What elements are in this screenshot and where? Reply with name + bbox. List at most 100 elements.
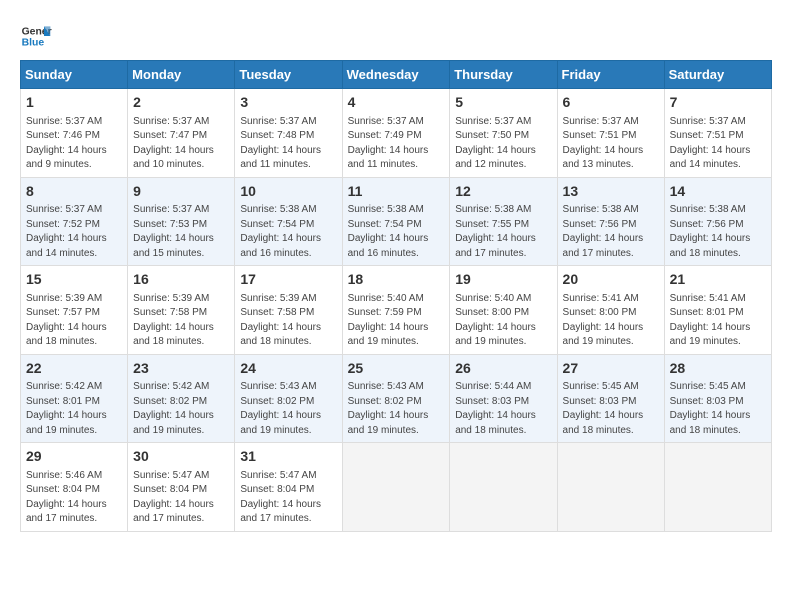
calendar-day-cell: 13Sunrise: 5:38 AMSunset: 7:56 PMDayligh… bbox=[557, 177, 664, 266]
day-info: Sunrise: 5:43 AMSunset: 8:02 PMDaylight:… bbox=[240, 380, 336, 438]
calendar-day-cell: 27Sunrise: 5:45 AMSunset: 8:03 PMDayligh… bbox=[557, 354, 664, 443]
header: General Blue bbox=[20, 20, 772, 52]
calendar-day-cell: 21Sunrise: 5:41 AMSunset: 8:01 PMDayligh… bbox=[664, 266, 771, 355]
day-info: Sunrise: 5:37 AMSunset: 7:48 PMDaylight:… bbox=[240, 115, 336, 173]
calendar-day-cell bbox=[342, 443, 450, 532]
day-info: Sunrise: 5:40 AMSunset: 8:00 PMDaylight:… bbox=[455, 292, 551, 350]
day-info: Sunrise: 5:47 AMSunset: 8:04 PMDaylight:… bbox=[133, 469, 229, 527]
day-info: Sunrise: 5:45 AMSunset: 8:03 PMDaylight:… bbox=[563, 380, 659, 438]
day-info: Sunrise: 5:39 AMSunset: 7:58 PMDaylight:… bbox=[240, 292, 336, 350]
weekday-header: Thursday bbox=[450, 61, 557, 89]
calendar-day-cell: 5Sunrise: 5:37 AMSunset: 7:50 PMDaylight… bbox=[450, 89, 557, 178]
calendar-day-cell: 25Sunrise: 5:43 AMSunset: 8:02 PMDayligh… bbox=[342, 354, 450, 443]
day-info: Sunrise: 5:37 AMSunset: 7:50 PMDaylight:… bbox=[455, 115, 551, 173]
day-info: Sunrise: 5:38 AMSunset: 7:54 PMDaylight:… bbox=[240, 203, 336, 261]
day-number: 5 bbox=[455, 93, 551, 113]
calendar-day-cell: 22Sunrise: 5:42 AMSunset: 8:01 PMDayligh… bbox=[21, 354, 128, 443]
svg-text:Blue: Blue bbox=[22, 38, 45, 49]
day-info: Sunrise: 5:37 AMSunset: 7:51 PMDaylight:… bbox=[670, 115, 766, 173]
day-info: Sunrise: 5:44 AMSunset: 8:03 PMDaylight:… bbox=[455, 380, 551, 438]
calendar-header-row: SundayMondayTuesdayWednesdayThursdayFrid… bbox=[21, 61, 772, 89]
calendar-day-cell: 29Sunrise: 5:46 AMSunset: 8:04 PMDayligh… bbox=[21, 443, 128, 532]
day-number: 2 bbox=[133, 93, 229, 113]
day-info: Sunrise: 5:37 AMSunset: 7:49 PMDaylight:… bbox=[348, 115, 445, 173]
day-number: 21 bbox=[670, 270, 766, 290]
weekday-header: Monday bbox=[128, 61, 235, 89]
day-number: 25 bbox=[348, 359, 445, 379]
logo: General Blue bbox=[20, 20, 52, 52]
calendar-day-cell: 26Sunrise: 5:44 AMSunset: 8:03 PMDayligh… bbox=[450, 354, 557, 443]
calendar-day-cell: 14Sunrise: 5:38 AMSunset: 7:56 PMDayligh… bbox=[664, 177, 771, 266]
day-info: Sunrise: 5:46 AMSunset: 8:04 PMDaylight:… bbox=[26, 469, 122, 527]
calendar-day-cell bbox=[450, 443, 557, 532]
day-info: Sunrise: 5:43 AMSunset: 8:02 PMDaylight:… bbox=[348, 380, 445, 438]
day-number: 23 bbox=[133, 359, 229, 379]
day-info: Sunrise: 5:38 AMSunset: 7:56 PMDaylight:… bbox=[563, 203, 659, 261]
calendar-day-cell: 1Sunrise: 5:37 AMSunset: 7:46 PMDaylight… bbox=[21, 89, 128, 178]
day-number: 9 bbox=[133, 182, 229, 202]
day-number: 20 bbox=[563, 270, 659, 290]
calendar-day-cell: 11Sunrise: 5:38 AMSunset: 7:54 PMDayligh… bbox=[342, 177, 450, 266]
day-info: Sunrise: 5:39 AMSunset: 7:57 PMDaylight:… bbox=[26, 292, 122, 350]
calendar-table: SundayMondayTuesdayWednesdayThursdayFrid… bbox=[20, 60, 772, 532]
day-number: 7 bbox=[670, 93, 766, 113]
weekday-header: Saturday bbox=[664, 61, 771, 89]
calendar-day-cell: 9Sunrise: 5:37 AMSunset: 7:53 PMDaylight… bbox=[128, 177, 235, 266]
calendar-day-cell: 19Sunrise: 5:40 AMSunset: 8:00 PMDayligh… bbox=[450, 266, 557, 355]
calendar-day-cell: 28Sunrise: 5:45 AMSunset: 8:03 PMDayligh… bbox=[664, 354, 771, 443]
day-info: Sunrise: 5:37 AMSunset: 7:53 PMDaylight:… bbox=[133, 203, 229, 261]
calendar-week-row: 1Sunrise: 5:37 AMSunset: 7:46 PMDaylight… bbox=[21, 89, 772, 178]
day-info: Sunrise: 5:38 AMSunset: 7:56 PMDaylight:… bbox=[670, 203, 766, 261]
day-info: Sunrise: 5:37 AMSunset: 7:52 PMDaylight:… bbox=[26, 203, 122, 261]
calendar-day-cell: 20Sunrise: 5:41 AMSunset: 8:00 PMDayligh… bbox=[557, 266, 664, 355]
day-number: 15 bbox=[26, 270, 122, 290]
weekday-header: Tuesday bbox=[235, 61, 342, 89]
calendar-day-cell: 17Sunrise: 5:39 AMSunset: 7:58 PMDayligh… bbox=[235, 266, 342, 355]
day-number: 24 bbox=[240, 359, 336, 379]
calendar-day-cell: 23Sunrise: 5:42 AMSunset: 8:02 PMDayligh… bbox=[128, 354, 235, 443]
day-number: 18 bbox=[348, 270, 445, 290]
logo-icon: General Blue bbox=[20, 20, 52, 52]
day-number: 29 bbox=[26, 447, 122, 467]
day-number: 3 bbox=[240, 93, 336, 113]
day-info: Sunrise: 5:38 AMSunset: 7:54 PMDaylight:… bbox=[348, 203, 445, 261]
day-number: 22 bbox=[26, 359, 122, 379]
day-number: 1 bbox=[26, 93, 122, 113]
calendar-week-row: 22Sunrise: 5:42 AMSunset: 8:01 PMDayligh… bbox=[21, 354, 772, 443]
calendar-week-row: 15Sunrise: 5:39 AMSunset: 7:57 PMDayligh… bbox=[21, 266, 772, 355]
calendar-day-cell: 8Sunrise: 5:37 AMSunset: 7:52 PMDaylight… bbox=[21, 177, 128, 266]
calendar-day-cell: 24Sunrise: 5:43 AMSunset: 8:02 PMDayligh… bbox=[235, 354, 342, 443]
day-number: 10 bbox=[240, 182, 336, 202]
day-info: Sunrise: 5:38 AMSunset: 7:55 PMDaylight:… bbox=[455, 203, 551, 261]
calendar-day-cell bbox=[664, 443, 771, 532]
calendar-day-cell: 7Sunrise: 5:37 AMSunset: 7:51 PMDaylight… bbox=[664, 89, 771, 178]
weekday-header: Friday bbox=[557, 61, 664, 89]
calendar-day-cell: 12Sunrise: 5:38 AMSunset: 7:55 PMDayligh… bbox=[450, 177, 557, 266]
day-number: 26 bbox=[455, 359, 551, 379]
day-number: 17 bbox=[240, 270, 336, 290]
day-number: 27 bbox=[563, 359, 659, 379]
calendar-day-cell: 15Sunrise: 5:39 AMSunset: 7:57 PMDayligh… bbox=[21, 266, 128, 355]
weekday-header: Sunday bbox=[21, 61, 128, 89]
day-number: 11 bbox=[348, 182, 445, 202]
day-info: Sunrise: 5:45 AMSunset: 8:03 PMDaylight:… bbox=[670, 380, 766, 438]
weekday-header: Wednesday bbox=[342, 61, 450, 89]
day-number: 12 bbox=[455, 182, 551, 202]
calendar-day-cell: 30Sunrise: 5:47 AMSunset: 8:04 PMDayligh… bbox=[128, 443, 235, 532]
day-info: Sunrise: 5:42 AMSunset: 8:02 PMDaylight:… bbox=[133, 380, 229, 438]
day-number: 14 bbox=[670, 182, 766, 202]
day-info: Sunrise: 5:39 AMSunset: 7:58 PMDaylight:… bbox=[133, 292, 229, 350]
day-number: 30 bbox=[133, 447, 229, 467]
calendar-week-row: 8Sunrise: 5:37 AMSunset: 7:52 PMDaylight… bbox=[21, 177, 772, 266]
calendar-day-cell: 6Sunrise: 5:37 AMSunset: 7:51 PMDaylight… bbox=[557, 89, 664, 178]
day-number: 6 bbox=[563, 93, 659, 113]
day-info: Sunrise: 5:37 AMSunset: 7:46 PMDaylight:… bbox=[26, 115, 122, 173]
day-number: 8 bbox=[26, 182, 122, 202]
day-number: 19 bbox=[455, 270, 551, 290]
day-info: Sunrise: 5:41 AMSunset: 8:01 PMDaylight:… bbox=[670, 292, 766, 350]
day-info: Sunrise: 5:37 AMSunset: 7:51 PMDaylight:… bbox=[563, 115, 659, 173]
day-number: 31 bbox=[240, 447, 336, 467]
calendar-week-row: 29Sunrise: 5:46 AMSunset: 8:04 PMDayligh… bbox=[21, 443, 772, 532]
calendar-day-cell: 4Sunrise: 5:37 AMSunset: 7:49 PMDaylight… bbox=[342, 89, 450, 178]
day-number: 16 bbox=[133, 270, 229, 290]
